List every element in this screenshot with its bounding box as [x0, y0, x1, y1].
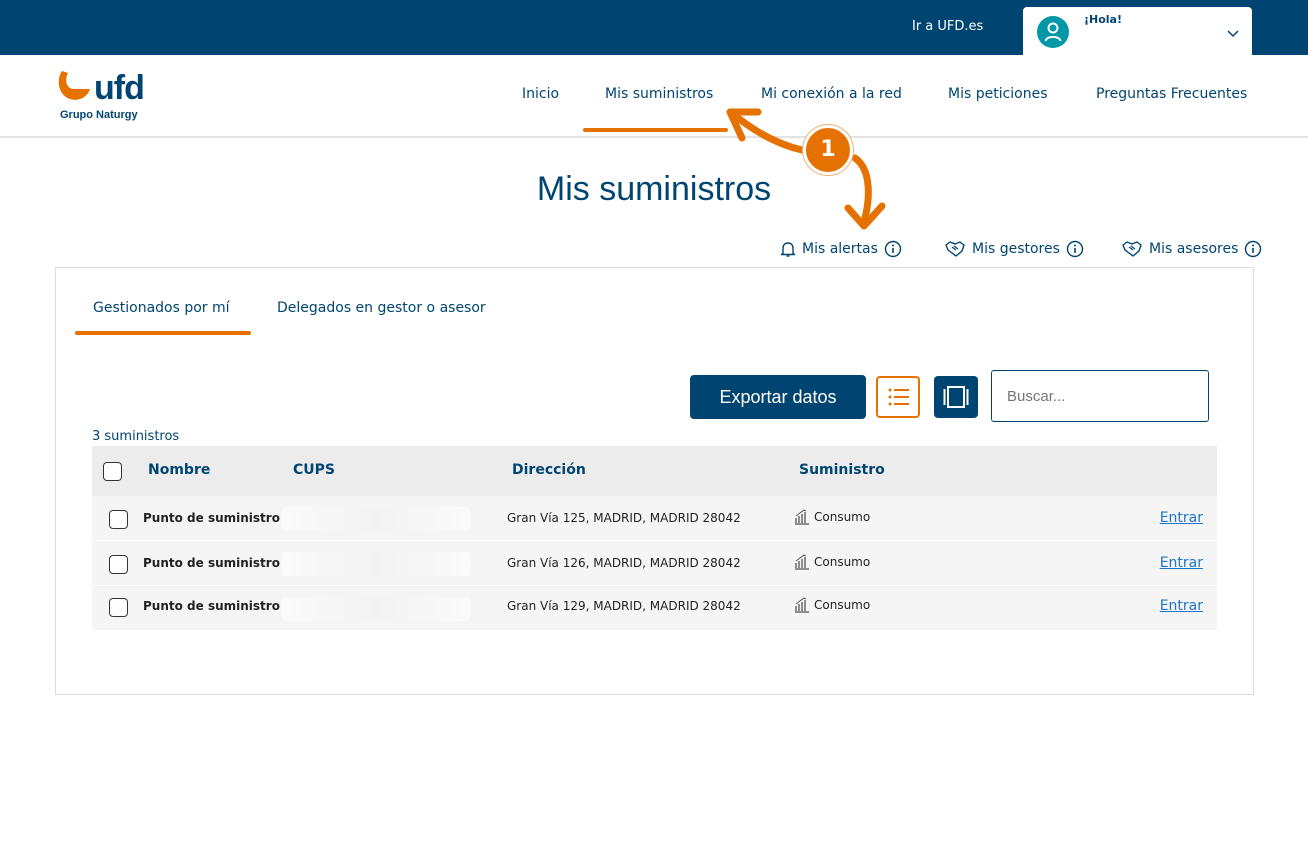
info-icon[interactable] — [1244, 240, 1262, 258]
main-header: ufd Grupo Naturgy Inicio Mis suministros… — [0, 55, 1308, 138]
info-icon[interactable] — [1066, 240, 1084, 258]
handshake-icon — [945, 241, 965, 257]
search-input[interactable] — [991, 370, 1209, 422]
logo-subtitle: Grupo Naturgy — [60, 109, 138, 121]
row-supply-label: Consumo — [814, 598, 871, 612]
link-mis-asesores-label: Mis asesores — [1149, 241, 1239, 257]
ufd-site-link[interactable]: Ir a UFD.es — [912, 19, 983, 34]
nav-preguntas-frecuentes[interactable]: Preguntas Frecuentes — [1096, 86, 1247, 102]
annotation-step-badge: 1 — [803, 125, 853, 175]
handshake-icon — [1122, 241, 1142, 257]
supplies-count: 3 suministros — [92, 429, 180, 444]
header-nombre: Nombre — [148, 462, 211, 478]
row-cups-redacted — [282, 507, 470, 531]
link-mis-gestores[interactable]: Mis gestores — [944, 240, 1084, 258]
row-supply: Consumo — [794, 509, 870, 525]
logo-wordmark: ufd — [94, 69, 145, 107]
header-direccion: Dirección — [512, 462, 586, 478]
nav-active-indicator — [583, 128, 728, 132]
row-checkbox[interactable] — [109, 510, 128, 529]
nav-mis-suministros[interactable]: Mis suministros — [605, 86, 713, 102]
table-row: Punto de suministro Gran Vía 129, MADRID… — [92, 586, 1217, 631]
header-suministro: Suministro — [799, 462, 885, 478]
page-title: Mis suministros — [536, 170, 772, 208]
row-supply-label: Consumo — [814, 510, 871, 524]
list-icon — [888, 388, 909, 406]
consumption-chart-icon — [795, 554, 809, 570]
tab-delegados[interactable]: Delegados en gestor o asesor — [277, 300, 486, 316]
export-data-button[interactable]: Exportar datos — [690, 375, 866, 419]
row-address: Gran Vía 129, MADRID, MADRID 28042 — [507, 599, 741, 613]
user-menu[interactable]: ¡Hola! — [1023, 7, 1252, 55]
nav-inicio[interactable]: Inicio — [522, 86, 559, 102]
card-view-button[interactable] — [934, 376, 978, 418]
chevron-down-icon — [1227, 23, 1239, 42]
link-mis-asesores[interactable]: Mis asesores — [1121, 240, 1262, 258]
row-name: Punto de suministro — [143, 599, 280, 613]
header-cups: CUPS — [293, 462, 335, 478]
tab-active-indicator — [75, 331, 251, 335]
row-checkbox[interactable] — [109, 598, 128, 617]
table-row: Punto de suministro Gran Vía 126, MADRID… — [92, 541, 1217, 586]
user-avatar-icon — [1037, 16, 1069, 48]
top-bar: Ir a UFD.es ¡Hola! — [0, 0, 1308, 55]
row-name: Punto de suministro — [143, 556, 280, 570]
link-mis-gestores-label: Mis gestores — [972, 241, 1060, 257]
row-enter-link[interactable]: Entrar — [1160, 510, 1203, 526]
ufd-logo-icon — [58, 71, 90, 100]
row-address: Gran Vía 125, MADRID, MADRID 28042 — [507, 511, 741, 525]
row-supply: Consumo — [794, 554, 870, 570]
select-all-checkbox[interactable] — [103, 462, 122, 481]
ufd-logo[interactable]: ufd Grupo Naturgy — [54, 69, 174, 125]
row-cups-redacted — [282, 552, 470, 576]
link-mis-alertas-label: Mis alertas — [802, 241, 878, 257]
card-view-icon — [943, 386, 969, 408]
row-supply: Consumo — [794, 597, 870, 613]
consumption-chart-icon — [795, 509, 809, 525]
info-icon[interactable] — [884, 240, 902, 258]
supplies-table: Nombre CUPS Dirección Suministro Punto d… — [92, 446, 1217, 631]
row-supply-label: Consumo — [814, 555, 871, 569]
row-enter-link[interactable]: Entrar — [1160, 598, 1203, 614]
user-greeting: ¡Hola! — [1084, 13, 1122, 26]
consumption-chart-icon — [795, 597, 809, 613]
table-header: Nombre CUPS Dirección Suministro — [92, 446, 1217, 496]
bell-icon — [780, 241, 796, 257]
row-name: Punto de suministro — [143, 511, 280, 525]
nav-mi-conexion[interactable]: Mi conexión a la red — [761, 86, 902, 102]
tab-gestionados[interactable]: Gestionados por mí — [93, 300, 230, 316]
link-mis-alertas[interactable]: Mis alertas — [780, 240, 902, 258]
nav-mis-peticiones[interactable]: Mis peticiones — [948, 86, 1048, 102]
row-checkbox[interactable] — [109, 555, 128, 574]
list-view-button[interactable] — [876, 376, 920, 418]
supplies-card: Gestionados por mí Delegados en gestor o… — [55, 267, 1254, 695]
row-address: Gran Vía 126, MADRID, MADRID 28042 — [507, 556, 741, 570]
table-row: Punto de suministro Gran Vía 125, MADRID… — [92, 496, 1217, 541]
row-cups-redacted — [282, 597, 470, 621]
row-enter-link[interactable]: Entrar — [1160, 555, 1203, 571]
